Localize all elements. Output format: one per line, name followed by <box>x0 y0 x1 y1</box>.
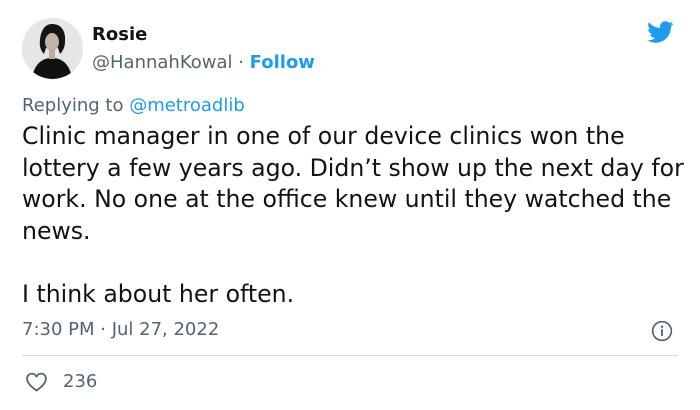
handle-row: @HannahKowal · Follow <box>92 50 315 76</box>
tweet-card: Rosie @HannahKowal · Follow Replying to … <box>0 0 700 410</box>
tweet-timestamp[interactable]: 7:30 PM · Jul 27, 2022 <box>22 318 219 342</box>
replying-prefix: Replying to <box>22 95 130 116</box>
author-display-name[interactable]: Rosie <box>92 24 315 46</box>
handle-separator: · <box>232 51 250 73</box>
replying-to-mention[interactable]: @metroadlib <box>129 95 245 116</box>
info-icon[interactable] <box>651 320 673 342</box>
tweet-header: Rosie @HannahKowal · Follow <box>22 18 315 79</box>
follow-button[interactable]: Follow <box>250 52 315 73</box>
author-handle[interactable]: @HannahKowal <box>92 52 233 73</box>
author-identity: Rosie @HannahKowal · Follow <box>92 24 315 76</box>
avatar[interactable] <box>22 18 83 79</box>
tweet-paragraph: Clinic manager in one of our device clin… <box>22 122 684 245</box>
avatar-photo <box>22 18 83 79</box>
tweet-text: Clinic manager in one of our device clin… <box>22 121 687 310</box>
like-count: 236 <box>63 371 98 392</box>
tweet-paragraph: I think about her often. <box>22 279 295 308</box>
twitter-bird-icon[interactable] <box>644 18 676 46</box>
like-button[interactable]: 236 <box>24 370 97 394</box>
divider <box>22 355 678 356</box>
replying-to: Replying to @metroadlib <box>22 95 245 117</box>
heart-icon[interactable] <box>24 370 49 394</box>
